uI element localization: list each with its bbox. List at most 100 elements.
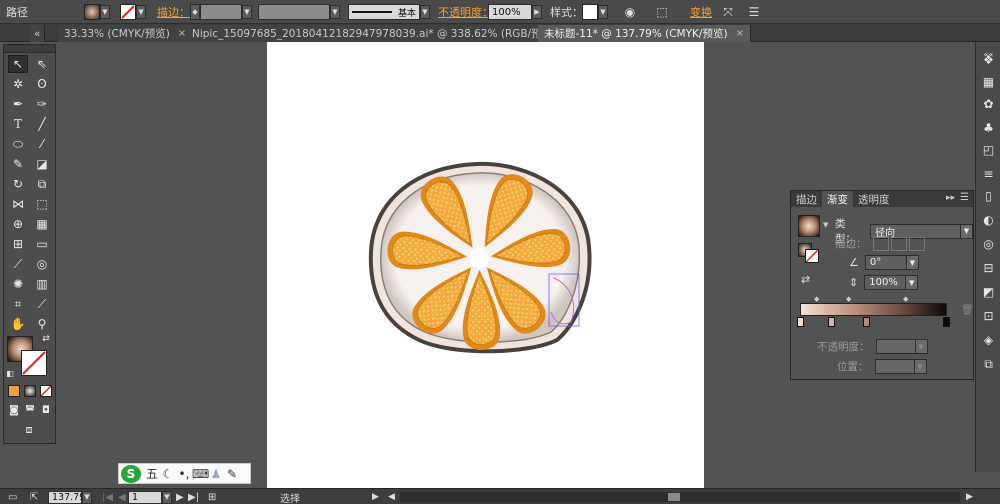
variable-width-profile[interactable]: ▼ xyxy=(258,3,340,21)
orange-slice-artwork[interactable] xyxy=(267,42,704,488)
artboard-number-field[interactable]: 1 ▼ xyxy=(128,490,172,504)
tab-document-2[interactable]: Nipic_15097685_20180412182947978039.ai* … xyxy=(186,25,580,42)
screen-mode-icon[interactable]: ⧈ xyxy=(18,423,40,437)
stroke-label[interactable]: 描边： xyxy=(157,3,190,21)
horizontal-scrollbar[interactable] xyxy=(400,492,960,502)
eyedropper-tool-icon[interactable]: ⟋ xyxy=(8,255,28,273)
midpoint-diamond-3[interactable]: ◆ xyxy=(903,295,908,303)
stroke-across-icon[interactable] xyxy=(908,236,925,251)
expand-icon[interactable]: ▸▸ xyxy=(946,193,955,203)
layers-panel-icon[interactable]: ◈ xyxy=(980,332,997,348)
transform-label[interactable]: 变换 xyxy=(690,3,712,21)
graphic-styles-panel-icon[interactable]: ◰ xyxy=(980,142,997,158)
ime-punctuation-icon[interactable]: •, xyxy=(176,467,192,481)
width-tool-icon[interactable]: ⋈ xyxy=(8,195,28,213)
magic-wand-tool-icon[interactable]: ✲ xyxy=(8,75,28,93)
gradient-preview-swatch[interactable] xyxy=(798,215,820,237)
symbol-sprayer-tool-icon[interactable]: ✺ xyxy=(8,275,28,293)
stop-location-field[interactable]: ▼ xyxy=(874,359,927,374)
scrollbar-thumb[interactable] xyxy=(668,493,680,501)
export-icon[interactable]: ⇱ xyxy=(30,490,38,504)
close-icon[interactable]: × xyxy=(178,28,186,39)
transparency-panel-icon[interactable]: ◐ xyxy=(980,212,997,228)
zoom-value[interactable]: 137.79 xyxy=(48,490,85,504)
ime-moon-icon[interactable]: ☾ xyxy=(160,467,176,481)
stroke-along-icon[interactable] xyxy=(890,236,907,251)
shape-builder-tool-icon[interactable]: ⊕ xyxy=(8,215,28,233)
artboard-tool-icon[interactable]: ⌗ xyxy=(8,295,28,313)
opacity-value[interactable]: 100% xyxy=(488,4,532,20)
color-stop-4[interactable] xyxy=(943,317,950,327)
color-panel-icon[interactable]: ❖ xyxy=(980,52,997,68)
options-icon[interactable]: ☰ xyxy=(744,3,764,21)
rotate-tool-icon[interactable]: ↻ xyxy=(8,175,28,193)
color-stop-3[interactable] xyxy=(863,317,870,327)
paintbrush-tool-icon[interactable]: ⁄ xyxy=(32,135,52,153)
scale-tool-icon[interactable]: ⧉ xyxy=(32,175,52,193)
midpoint-diamond-1[interactable]: ◆ xyxy=(814,295,819,303)
scroll-left-arrow[interactable]: ◀ xyxy=(388,490,395,504)
gradient-panel-icon[interactable]: ▯ xyxy=(980,188,997,204)
swatches-panel-icon[interactable]: ▦ xyxy=(980,74,997,90)
gradient-mode-icon[interactable] xyxy=(24,385,36,397)
none-mode-icon[interactable] xyxy=(40,385,52,397)
artboard-nav-icon[interactable]: ⊞ xyxy=(208,490,216,504)
brush-definition[interactable]: 基本 ▼ xyxy=(348,3,430,21)
gradient-slider[interactable] xyxy=(800,303,947,316)
ime-mode[interactable]: 五 xyxy=(144,465,160,482)
artboards-panel-icon[interactable]: ⧉ xyxy=(980,356,997,372)
tab-overflow-button[interactable]: « xyxy=(30,25,46,42)
zoom-field[interactable]: 137.79 ▼ xyxy=(48,490,92,504)
tab-document-3[interactable]: 未标题-11* @ 137.79% (CMYK/预览) × xyxy=(538,25,751,42)
gradient-swatch-dropdown-icon[interactable]: ▼ xyxy=(823,221,828,229)
hand-tool-icon[interactable]: ✋ xyxy=(8,315,28,333)
brushes-panel-icon[interactable]: ✿ xyxy=(980,96,997,112)
transform-panel-icon[interactable]: ⊡ xyxy=(980,308,997,324)
ime-logo[interactable]: S xyxy=(121,464,141,483)
column-graph-tool-icon[interactable]: ▥ xyxy=(32,275,52,293)
ime-keyboard-icon[interactable]: ⌨ xyxy=(192,467,209,481)
default-fill-stroke-icon[interactable]: ◧ xyxy=(4,367,16,379)
next-artboard-icon[interactable]: ▶ xyxy=(176,490,184,504)
tab-transparency[interactable]: 透明度 xyxy=(853,191,895,207)
status-menu-arrow[interactable]: ▶ xyxy=(372,490,379,504)
align-icon[interactable]: ⬚ xyxy=(652,3,672,21)
tab-document-1[interactable]: 33.33% (CMYK/预览) × xyxy=(58,25,194,42)
opacity-label[interactable]: 不透明度： xyxy=(438,3,493,21)
free-transform-tool-icon[interactable]: ⬚ xyxy=(32,195,52,213)
window-arrange-icon[interactable]: ▭ xyxy=(8,490,17,504)
blend-tool-icon[interactable]: ◎ xyxy=(32,255,52,273)
isolate-icon[interactable]: ⤧ xyxy=(718,3,738,21)
stroke-weight-field[interactable]: ◆ ▼ xyxy=(190,3,252,21)
stop-opacity-field[interactable]: ▼ xyxy=(875,339,928,354)
stroke-panel-icon[interactable]: ≡ xyxy=(980,166,997,182)
scroll-right-arrow[interactable]: ▶ xyxy=(966,490,973,504)
artboard[interactable] xyxy=(267,42,704,488)
zoom-tool-icon[interactable]: ⚲ xyxy=(32,315,52,333)
curvature-tool-icon[interactable]: ✑ xyxy=(32,95,52,113)
color-stop-1[interactable] xyxy=(797,317,804,327)
perspective-grid-tool-icon[interactable]: ▦ xyxy=(32,215,52,233)
last-artboard-icon[interactable]: ▶| xyxy=(188,490,199,504)
draw-behind-icon[interactable]: ◚ xyxy=(23,403,37,417)
fill-swatch[interactable]: ▼ xyxy=(84,3,110,21)
swap-fill-stroke-icon[interactable]: ⇄ xyxy=(40,333,52,345)
appearance-panel-icon[interactable]: ◎ xyxy=(980,236,997,252)
tab-gradient[interactable]: 渐变 xyxy=(822,191,853,207)
stroke-within-icon[interactable] xyxy=(872,236,889,251)
stroke-mini-icon[interactable] xyxy=(805,249,819,263)
panel-menu-icon[interactable]: ☰ xyxy=(960,192,969,203)
draw-inside-icon[interactable]: ◘ xyxy=(39,403,53,417)
ime-settings-icon[interactable]: ✎ xyxy=(224,467,240,481)
draw-normal-icon[interactable]: ◙ xyxy=(7,403,21,417)
stroke-proxy-icon[interactable] xyxy=(21,350,47,376)
midpoint-diamond-2[interactable]: ◆ xyxy=(846,295,851,303)
angle-field[interactable]: 0° ▼ xyxy=(864,255,919,270)
prev-artboard-icon[interactable]: ◀ xyxy=(118,490,126,504)
tab-stroke[interactable]: 描边 xyxy=(791,191,822,207)
ellipse-tool-icon[interactable]: ⬭ xyxy=(8,135,28,153)
ime-user-icon[interactable]: ♟ xyxy=(208,467,224,481)
slice-tool-icon[interactable]: ⟋ xyxy=(32,295,52,313)
aspect-ratio-field[interactable]: 100% ▼ xyxy=(864,275,919,290)
delete-stop-icon[interactable]: 🗑 xyxy=(961,305,974,316)
